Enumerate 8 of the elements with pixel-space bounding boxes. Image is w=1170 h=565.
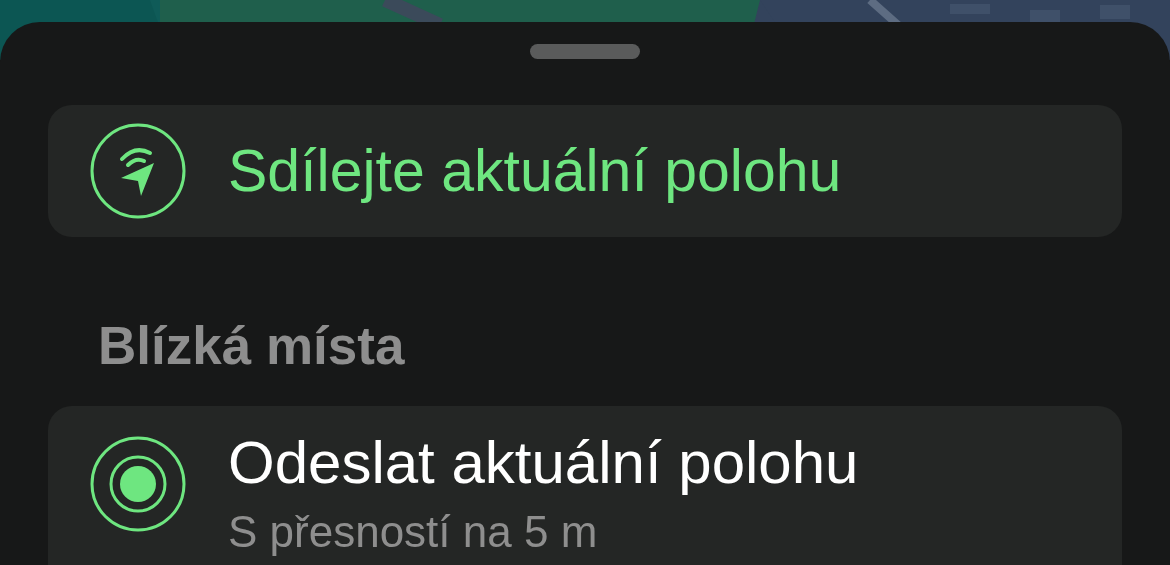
share-location-button[interactable]: Sdílejte aktuální polohu bbox=[48, 105, 1122, 237]
location-share-icon bbox=[90, 123, 186, 219]
place-subtitle: S přesností na 5 m bbox=[228, 507, 599, 557]
place-title: Odeslat aktuální polohu bbox=[228, 428, 859, 497]
current-location-icon bbox=[90, 436, 186, 532]
section-title: Blízká místa bbox=[98, 315, 406, 376]
place-item[interactable]: Odeslat aktuální polohu S přesností na 5 m bbox=[48, 406, 1122, 565]
drag-handle[interactable] bbox=[530, 44, 640, 59]
